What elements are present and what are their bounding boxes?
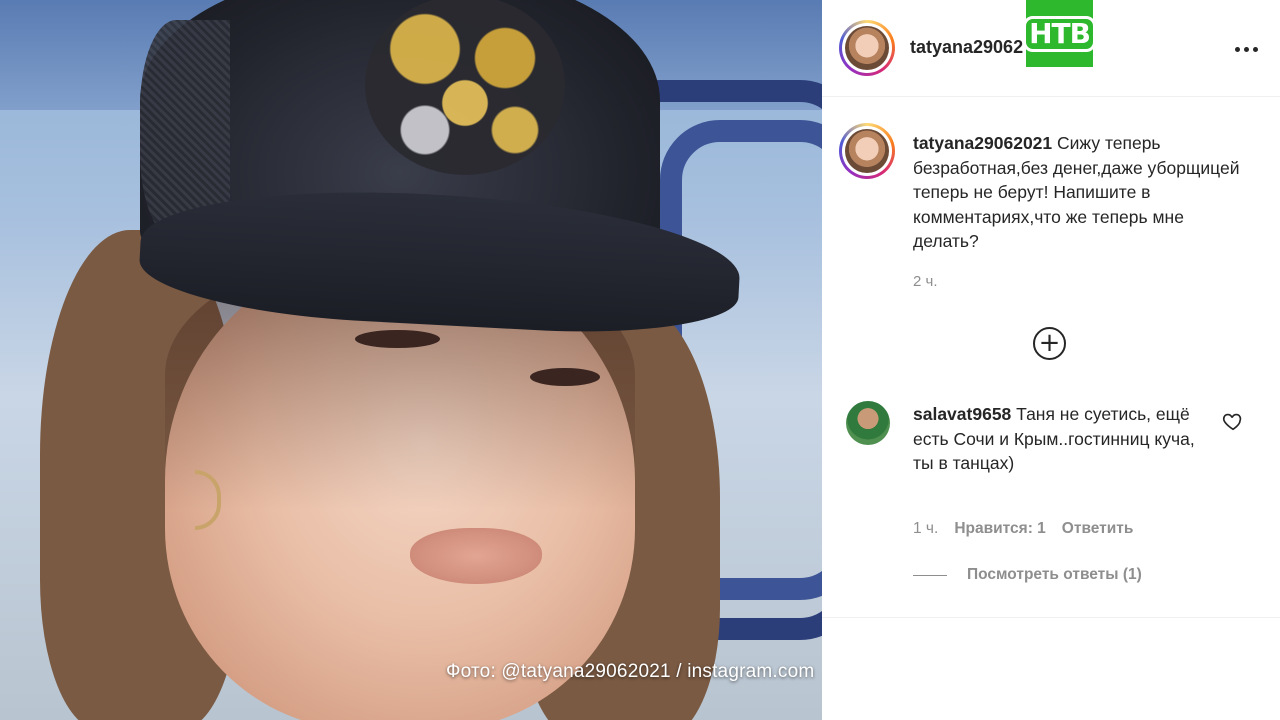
avatar-image — [845, 26, 889, 70]
post-photo: Фото: @tatyana29062021 / instagram.com — [0, 0, 822, 720]
header-username[interactable]: tatyana29062 — [910, 37, 1023, 58]
avatar[interactable] — [839, 20, 895, 76]
right-eye — [530, 368, 600, 386]
divider — [822, 617, 1280, 618]
post-timestamp: 2 ч. — [913, 273, 938, 290]
more-horizontal-icon — [1252, 46, 1258, 52]
view-replies-button[interactable]: Посмотреть ответы (1) — [913, 566, 1142, 584]
lips — [410, 528, 542, 584]
heart-outline-icon[interactable] — [1222, 410, 1244, 432]
left-eye — [355, 330, 440, 348]
plus-circle-icon: + — [1038, 327, 1061, 358]
more-options-button[interactable] — [1226, 34, 1266, 64]
commenter-avatar[interactable] — [846, 401, 890, 445]
comment-likes-link[interactable]: Нравится: 1 — [954, 520, 1045, 538]
comment-text-block: salavat9658 Таня не суетись, ещё есть Со… — [913, 402, 1203, 476]
reply-button[interactable]: Ответить — [1062, 520, 1134, 538]
post-caption: tatyana29062021 Сижу теперь безработная,… — [913, 131, 1253, 254]
comment-meta: 1 ч. Нравится: 1 Ответить — [913, 520, 1133, 538]
more-horizontal-icon — [1243, 46, 1249, 52]
ntv-logo: НТВ — [1023, 0, 1096, 67]
photo-caption: Фото: @tatyana29062021 / instagram.com — [446, 661, 815, 682]
replies-divider-line — [913, 574, 947, 576]
comment-username[interactable]: salavat9658 — [913, 404, 1011, 424]
avatar[interactable] — [839, 123, 895, 179]
post-panel: tatyana29062 tatyana29062021 Сижу теперь… — [822, 0, 1280, 720]
load-more-comments-button[interactable]: + — [1033, 327, 1066, 360]
post-username[interactable]: tatyana29062021 — [913, 133, 1052, 153]
sequin-patch — [365, 0, 565, 175]
comment-timestamp: 1 ч. — [913, 520, 939, 537]
view-replies-label: Посмотреть ответы (1) — [967, 566, 1142, 583]
more-horizontal-icon — [1234, 46, 1240, 52]
avatar-image — [845, 129, 889, 173]
ntv-logo-text: НТВ — [1023, 15, 1096, 52]
